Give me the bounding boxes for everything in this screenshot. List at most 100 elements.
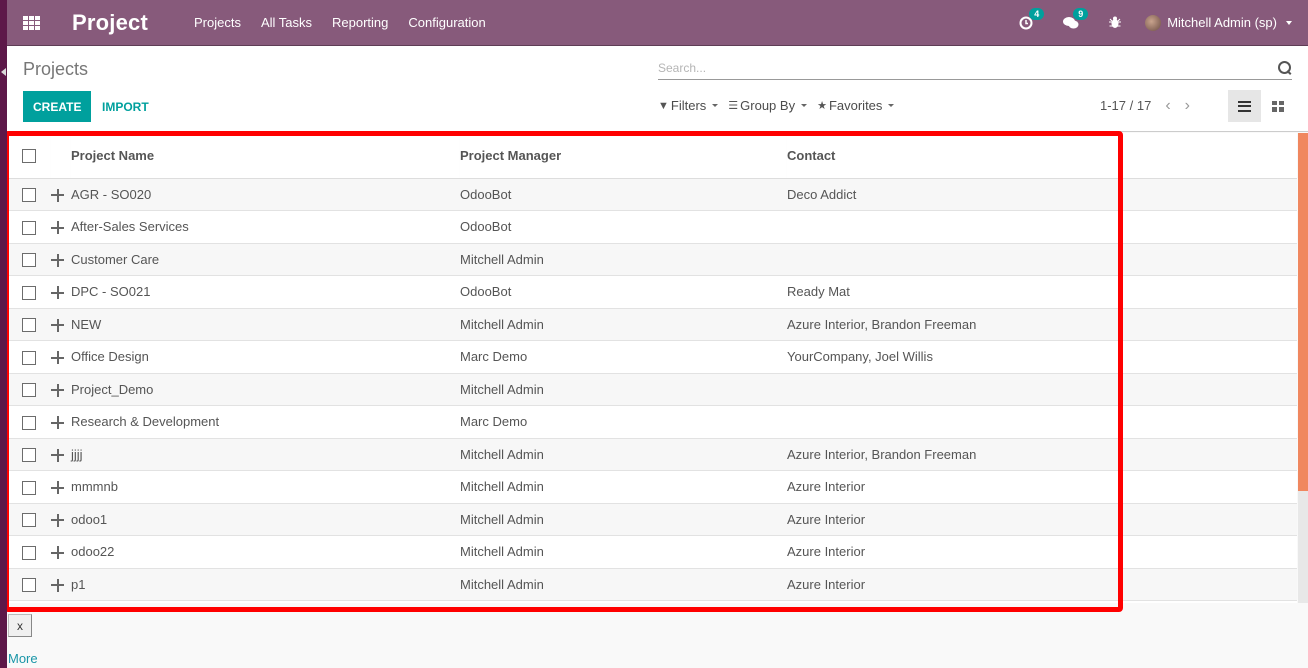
- drag-handle-icon[interactable]: [51, 481, 64, 495]
- cell-contact[interactable]: Azure Interior, Brandon Freeman: [787, 438, 1297, 471]
- pager-previous-icon[interactable]: ‹: [1165, 97, 1170, 113]
- cell-project-name[interactable]: odoo1: [71, 503, 460, 536]
- cell-project-manager[interactable]: Mitchell Admin: [460, 568, 787, 601]
- drag-handle-icon[interactable]: [51, 253, 64, 267]
- cell-contact[interactable]: Azure Interior: [787, 470, 1297, 504]
- table-row[interactable]: jjjj Mitchell Admin Azure Interior, Brando…: [7, 438, 1297, 471]
- row-checkbox[interactable]: [22, 578, 36, 593]
- column-header-contact[interactable]: Contact: [787, 133, 1297, 179]
- cell-project-manager[interactable]: OdooBot: [460, 275, 787, 309]
- menu-configuration[interactable]: Configuration: [408, 15, 485, 30]
- menu-all-tasks[interactable]: All Tasks: [261, 15, 312, 30]
- cell-project-name[interactable]: Research & Development: [71, 405, 460, 439]
- cell-project-manager[interactable]: Mitchell Admin: [460, 308, 787, 341]
- row-checkbox[interactable]: [22, 220, 36, 235]
- cell-contact[interactable]: Deco Addict: [787, 178, 1297, 211]
- menu-projects[interactable]: Projects: [194, 15, 241, 30]
- scrollbar[interactable]: [1298, 133, 1308, 603]
- drag-handle-icon[interactable]: [51, 448, 64, 462]
- cell-contact[interactable]: Azure Interior: [787, 568, 1297, 601]
- cell-contact[interactable]: Azure Interior, Brandon Freeman: [787, 308, 1297, 341]
- table-row[interactable]: Customer Care Mitchell Admin: [7, 243, 1297, 276]
- cell-project-manager[interactable]: Mitchell Admin: [460, 535, 787, 569]
- cell-project-manager[interactable]: Mitchell Admin: [460, 243, 787, 276]
- row-checkbox[interactable]: [22, 318, 36, 333]
- filters-dropdown[interactable]: ▼ Filters: [658, 98, 719, 113]
- drag-handle-icon[interactable]: [51, 578, 64, 592]
- cell-project-name[interactable]: odoo22: [71, 535, 460, 569]
- table-row[interactable]: odoo22 Mitchell Admin Azure Interior: [7, 535, 1297, 569]
- cell-project-name[interactable]: Customer Care: [71, 243, 460, 276]
- drag-handle-icon[interactable]: [51, 286, 64, 300]
- apps-grid-icon[interactable]: [23, 15, 41, 30]
- favorites-dropdown[interactable]: ★ Favorites: [817, 98, 895, 113]
- drag-handle-icon[interactable]: [51, 188, 64, 202]
- close-button[interactable]: x: [8, 614, 32, 637]
- pager-value[interactable]: 1-17 / 17: [1100, 98, 1151, 113]
- drag-handle-icon[interactable]: [51, 318, 64, 332]
- kanban-view-button[interactable]: [1261, 90, 1294, 122]
- drag-handle-icon[interactable]: [51, 513, 64, 527]
- row-checkbox[interactable]: [22, 253, 36, 268]
- select-all-checkbox[interactable]: [22, 149, 36, 164]
- cell-project-name[interactable]: Project_Demo: [71, 373, 460, 406]
- column-header-project-name[interactable]: Project Name: [71, 133, 460, 179]
- table-row[interactable]: NEW Mitchell Admin Azure Interior, Brandon…: [7, 308, 1297, 341]
- drag-handle-icon[interactable]: [51, 351, 64, 365]
- row-checkbox[interactable]: [22, 480, 36, 495]
- cell-contact[interactable]: [787, 210, 1297, 244]
- drag-handle-icon[interactable]: [51, 383, 64, 397]
- cell-contact[interactable]: YourCompany, Joel Willis: [787, 340, 1297, 374]
- cell-project-name[interactable]: DPC - SO021: [71, 275, 460, 309]
- column-header-project-manager[interactable]: Project Manager: [460, 133, 787, 179]
- list-view-button[interactable]: [1228, 90, 1261, 122]
- menu-reporting[interactable]: Reporting: [332, 15, 388, 30]
- row-checkbox[interactable]: [22, 415, 36, 430]
- row-checkbox[interactable]: [22, 285, 36, 300]
- cell-contact[interactable]: Azure Interior: [787, 503, 1297, 536]
- groupby-dropdown[interactable]: ☰ Group By: [728, 98, 808, 113]
- row-checkbox[interactable]: [22, 188, 36, 203]
- table-row[interactable]: AGR - SO020 OdooBot Deco Addict: [7, 178, 1297, 211]
- cell-project-name[interactable]: jjjj: [71, 438, 460, 471]
- cell-project-manager[interactable]: Mitchell Admin: [460, 470, 787, 504]
- pager-next-icon[interactable]: ›: [1185, 97, 1190, 113]
- table-row[interactable]: p1 Mitchell Admin Azure Interior: [7, 568, 1297, 601]
- drag-handle-icon[interactable]: [51, 416, 64, 430]
- table-row[interactable]: DPC - SO021 OdooBot Ready Mat: [7, 275, 1297, 309]
- messages-button[interactable]: 9: [1063, 7, 1089, 30]
- debug-button[interactable]: [1109, 16, 1122, 29]
- create-button[interactable]: CREATE: [23, 91, 92, 122]
- import-button[interactable]: IMPORT: [102, 91, 149, 122]
- cell-project-name[interactable]: Office Design: [71, 340, 460, 374]
- cell-project-name[interactable]: AGR - SO020: [71, 178, 460, 211]
- cell-project-manager[interactable]: Mitchell Admin: [460, 438, 787, 471]
- scrollbar-thumb[interactable]: [1298, 133, 1308, 491]
- table-row[interactable]: mmmnb Mitchell Admin Azure Interior: [7, 470, 1297, 504]
- cell-contact[interactable]: [787, 405, 1297, 439]
- table-row[interactable]: Office Design Marc Demo YourCompany, Joel …: [7, 340, 1297, 374]
- row-checkbox[interactable]: [22, 513, 36, 528]
- cell-project-name[interactable]: NEW: [71, 308, 460, 341]
- more-link[interactable]: More: [8, 651, 38, 666]
- cell-project-manager[interactable]: Mitchell Admin: [460, 373, 787, 406]
- row-checkbox[interactable]: [22, 448, 36, 463]
- drag-handle-icon[interactable]: [51, 546, 64, 560]
- cell-contact[interactable]: [787, 243, 1297, 276]
- cell-project-manager[interactable]: Marc Demo: [460, 405, 787, 439]
- cell-project-manager[interactable]: Mitchell Admin: [460, 503, 787, 536]
- cell-project-manager[interactable]: OdooBot: [460, 178, 787, 211]
- cell-project-name[interactable]: mmmnb: [71, 470, 460, 504]
- search-input[interactable]: [658, 60, 1278, 75]
- sidebar-toggle-icon[interactable]: [1, 68, 6, 76]
- search-icon[interactable]: [1278, 60, 1292, 75]
- row-checkbox[interactable]: [22, 545, 36, 560]
- cell-project-manager[interactable]: OdooBot: [460, 210, 787, 244]
- table-row[interactable]: odoo1 Mitchell Admin Azure Interior: [7, 503, 1297, 536]
- cell-contact[interactable]: Ready Mat: [787, 275, 1297, 309]
- cell-project-manager[interactable]: Marc Demo: [460, 340, 787, 374]
- row-checkbox[interactable]: [22, 383, 36, 398]
- table-row[interactable]: Research & Development Marc Demo: [7, 405, 1297, 439]
- user-menu[interactable]: Mitchell Admin (sp): [1145, 14, 1292, 31]
- cell-contact[interactable]: Azure Interior: [787, 535, 1297, 569]
